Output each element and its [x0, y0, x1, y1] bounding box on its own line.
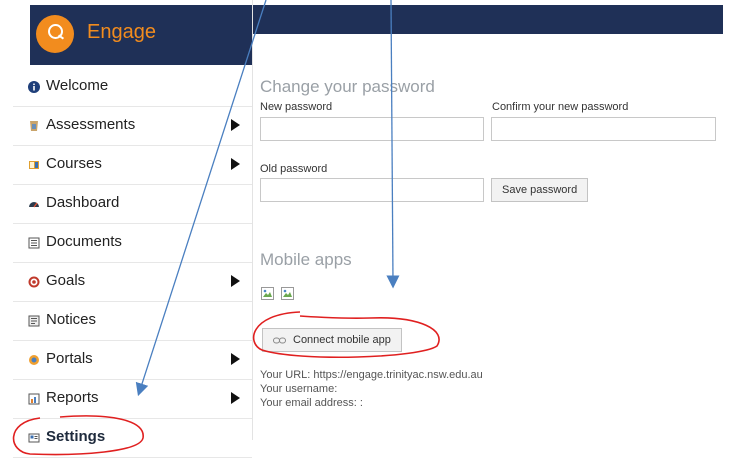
sidebar-item-label: Notices: [46, 311, 97, 328]
connect-mobile-app-button[interactable]: Connect mobile app: [262, 328, 402, 352]
brand-header[interactable]: Engage: [30, 5, 252, 65]
engage-logo-icon: [36, 15, 74, 53]
chevron-right-icon[interactable]: [231, 392, 240, 404]
assessment-icon: [30, 121, 38, 131]
sidebar-item-courses[interactable]: Courses: [13, 146, 252, 185]
settings-icon: [28, 433, 40, 443]
chevron-right-icon[interactable]: [231, 119, 240, 131]
sidebar-item-label: Portals: [46, 350, 93, 367]
sidebar-nav: Welcome Assessments Courses Dashboard Do…: [13, 68, 252, 458]
save-password-button[interactable]: Save password: [491, 178, 589, 202]
courses-icon: [29, 161, 39, 169]
sidebar-item-welcome[interactable]: Welcome: [13, 68, 252, 107]
new-password-input[interactable]: [260, 117, 484, 141]
reports-icon: [28, 393, 40, 405]
sidebar-item-label: Reports: [46, 389, 99, 406]
sidebar-item-label: Goals: [46, 272, 86, 289]
app-store-badge-icon[interactable]: [261, 287, 274, 300]
sidebar-item-reports[interactable]: Reports: [13, 380, 252, 419]
confirm-password-input[interactable]: [491, 117, 716, 141]
sidebar-item-label: Settings: [46, 428, 106, 445]
sidebar-item-label: Welcome: [46, 77, 109, 94]
sidebar-item-assessments[interactable]: Assessments: [13, 107, 252, 146]
info-icon: [28, 81, 40, 93]
mobile-apps-heading: Mobile apps: [260, 250, 352, 269]
sidebar-item-label: Dashboard: [46, 194, 120, 211]
app-name: Engage: [87, 21, 156, 43]
old-password-input[interactable]: [260, 178, 484, 202]
url-info: Your URL: https://engage.trinityac.nsw.e…: [260, 369, 483, 381]
top-bar: [253, 5, 723, 34]
sidebar-item-settings[interactable]: Settings: [13, 419, 252, 458]
new-password-label: New password: [260, 101, 333, 113]
sidebar-item-documents[interactable]: Documents: [13, 224, 252, 263]
google-play-badge-icon[interactable]: [281, 287, 294, 300]
chevron-right-icon[interactable]: [231, 275, 240, 287]
sidebar-item-label: Courses: [46, 155, 102, 172]
sidebar-item-portals[interactable]: Portals: [13, 341, 252, 380]
connect-mobile-app-label: Connect mobile app: [293, 334, 391, 346]
portals-icon: [29, 355, 39, 365]
old-password-label: Old password: [260, 163, 328, 175]
change-password-heading: Change your password: [260, 77, 435, 96]
link-icon: [273, 337, 286, 344]
sidebar-item-dashboard[interactable]: Dashboard: [13, 185, 252, 224]
sidebar-divider: [252, 0, 253, 440]
sidebar-item-goals[interactable]: Goals: [13, 263, 252, 302]
documents-icon: [28, 237, 40, 249]
confirm-password-label: Confirm your new password: [492, 101, 629, 113]
chevron-right-icon[interactable]: [231, 158, 240, 170]
username-info: Your username:: [260, 383, 338, 395]
sidebar-item-label: Assessments: [46, 116, 136, 133]
sidebar: Engage Welcome Assessments Courses Dashb…: [0, 0, 252, 458]
sidebar-item-label: Documents: [46, 233, 122, 250]
dashboard-icon: [29, 202, 39, 208]
goals-icon: [28, 276, 40, 288]
chevron-right-icon[interactable]: [231, 353, 240, 365]
email-info: Your email address: :: [260, 397, 363, 409]
sidebar-item-notices[interactable]: Notices: [13, 302, 252, 341]
notices-icon: [28, 315, 40, 327]
annotation-arrow-to-connect: [386, 0, 400, 289]
